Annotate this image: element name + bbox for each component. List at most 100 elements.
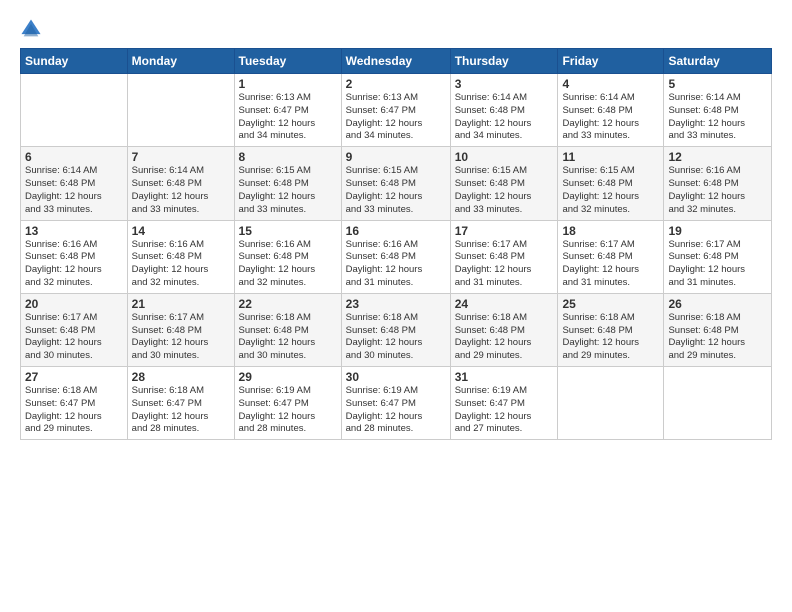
- calendar-cell: 5Sunrise: 6:14 AM Sunset: 6:48 PM Daylig…: [664, 74, 772, 147]
- week-row-5: 27Sunrise: 6:18 AM Sunset: 6:47 PM Dayli…: [21, 367, 772, 440]
- calendar-cell: 9Sunrise: 6:15 AM Sunset: 6:48 PM Daylig…: [341, 147, 450, 220]
- day-number: 9: [346, 150, 446, 164]
- day-number: 22: [239, 297, 337, 311]
- day-number: 18: [562, 224, 659, 238]
- calendar-cell: 10Sunrise: 6:15 AM Sunset: 6:48 PM Dayli…: [450, 147, 558, 220]
- day-number: 8: [239, 150, 337, 164]
- day-number: 6: [25, 150, 123, 164]
- day-number: 28: [132, 370, 230, 384]
- calendar-cell: 4Sunrise: 6:14 AM Sunset: 6:48 PM Daylig…: [558, 74, 664, 147]
- day-number: 15: [239, 224, 337, 238]
- week-row-4: 20Sunrise: 6:17 AM Sunset: 6:48 PM Dayli…: [21, 293, 772, 366]
- calendar-cell: 22Sunrise: 6:18 AM Sunset: 6:48 PM Dayli…: [234, 293, 341, 366]
- day-number: 27: [25, 370, 123, 384]
- day-number: 7: [132, 150, 230, 164]
- calendar-cell: 30Sunrise: 6:19 AM Sunset: 6:47 PM Dayli…: [341, 367, 450, 440]
- day-info: Sunrise: 6:15 AM Sunset: 6:48 PM Dayligh…: [239, 165, 337, 216]
- day-number: 16: [346, 224, 446, 238]
- day-info: Sunrise: 6:14 AM Sunset: 6:48 PM Dayligh…: [132, 165, 230, 216]
- day-number: 11: [562, 150, 659, 164]
- day-number: 26: [668, 297, 767, 311]
- day-number: 13: [25, 224, 123, 238]
- day-number: 3: [455, 77, 554, 91]
- calendar-cell: 14Sunrise: 6:16 AM Sunset: 6:48 PM Dayli…: [127, 220, 234, 293]
- day-number: 12: [668, 150, 767, 164]
- calendar-cell: 19Sunrise: 6:17 AM Sunset: 6:48 PM Dayli…: [664, 220, 772, 293]
- calendar-cell: [558, 367, 664, 440]
- calendar-header-row: SundayMondayTuesdayWednesdayThursdayFrid…: [21, 49, 772, 74]
- week-row-3: 13Sunrise: 6:16 AM Sunset: 6:48 PM Dayli…: [21, 220, 772, 293]
- calendar-cell: 17Sunrise: 6:17 AM Sunset: 6:48 PM Dayli…: [450, 220, 558, 293]
- calendar-cell: 7Sunrise: 6:14 AM Sunset: 6:48 PM Daylig…: [127, 147, 234, 220]
- calendar-cell: 20Sunrise: 6:17 AM Sunset: 6:48 PM Dayli…: [21, 293, 128, 366]
- day-info: Sunrise: 6:16 AM Sunset: 6:48 PM Dayligh…: [346, 239, 446, 290]
- calendar-cell: 24Sunrise: 6:18 AM Sunset: 6:48 PM Dayli…: [450, 293, 558, 366]
- calendar-cell: [21, 74, 128, 147]
- day-info: Sunrise: 6:14 AM Sunset: 6:48 PM Dayligh…: [455, 92, 554, 143]
- calendar-cell: 8Sunrise: 6:15 AM Sunset: 6:48 PM Daylig…: [234, 147, 341, 220]
- day-number: 14: [132, 224, 230, 238]
- calendar-cell: [127, 74, 234, 147]
- day-info: Sunrise: 6:16 AM Sunset: 6:48 PM Dayligh…: [668, 165, 767, 216]
- calendar-cell: 18Sunrise: 6:17 AM Sunset: 6:48 PM Dayli…: [558, 220, 664, 293]
- day-info: Sunrise: 6:18 AM Sunset: 6:48 PM Dayligh…: [239, 312, 337, 363]
- day-number: 31: [455, 370, 554, 384]
- calendar-cell: 6Sunrise: 6:14 AM Sunset: 6:48 PM Daylig…: [21, 147, 128, 220]
- day-info: Sunrise: 6:14 AM Sunset: 6:48 PM Dayligh…: [25, 165, 123, 216]
- col-header-monday: Monday: [127, 49, 234, 74]
- col-header-thursday: Thursday: [450, 49, 558, 74]
- day-info: Sunrise: 6:15 AM Sunset: 6:48 PM Dayligh…: [346, 165, 446, 216]
- calendar-cell: 23Sunrise: 6:18 AM Sunset: 6:48 PM Dayli…: [341, 293, 450, 366]
- col-header-saturday: Saturday: [664, 49, 772, 74]
- day-info: Sunrise: 6:16 AM Sunset: 6:48 PM Dayligh…: [132, 239, 230, 290]
- day-info: Sunrise: 6:18 AM Sunset: 6:48 PM Dayligh…: [668, 312, 767, 363]
- day-number: 1: [239, 77, 337, 91]
- calendar-cell: 26Sunrise: 6:18 AM Sunset: 6:48 PM Dayli…: [664, 293, 772, 366]
- day-info: Sunrise: 6:18 AM Sunset: 6:48 PM Dayligh…: [562, 312, 659, 363]
- calendar-table: SundayMondayTuesdayWednesdayThursdayFrid…: [20, 48, 772, 440]
- day-info: Sunrise: 6:18 AM Sunset: 6:47 PM Dayligh…: [25, 385, 123, 436]
- day-number: 17: [455, 224, 554, 238]
- calendar-cell: 15Sunrise: 6:16 AM Sunset: 6:48 PM Dayli…: [234, 220, 341, 293]
- day-info: Sunrise: 6:17 AM Sunset: 6:48 PM Dayligh…: [562, 239, 659, 290]
- calendar-cell: 16Sunrise: 6:16 AM Sunset: 6:48 PM Dayli…: [341, 220, 450, 293]
- day-info: Sunrise: 6:18 AM Sunset: 6:48 PM Dayligh…: [455, 312, 554, 363]
- calendar-cell: 29Sunrise: 6:19 AM Sunset: 6:47 PM Dayli…: [234, 367, 341, 440]
- day-info: Sunrise: 6:17 AM Sunset: 6:48 PM Dayligh…: [455, 239, 554, 290]
- calendar-cell: 1Sunrise: 6:13 AM Sunset: 6:47 PM Daylig…: [234, 74, 341, 147]
- calendar-cell: 27Sunrise: 6:18 AM Sunset: 6:47 PM Dayli…: [21, 367, 128, 440]
- col-header-wednesday: Wednesday: [341, 49, 450, 74]
- day-info: Sunrise: 6:15 AM Sunset: 6:48 PM Dayligh…: [562, 165, 659, 216]
- day-info: Sunrise: 6:15 AM Sunset: 6:48 PM Dayligh…: [455, 165, 554, 216]
- day-info: Sunrise: 6:14 AM Sunset: 6:48 PM Dayligh…: [562, 92, 659, 143]
- day-number: 29: [239, 370, 337, 384]
- calendar-cell: 12Sunrise: 6:16 AM Sunset: 6:48 PM Dayli…: [664, 147, 772, 220]
- day-info: Sunrise: 6:18 AM Sunset: 6:47 PM Dayligh…: [132, 385, 230, 436]
- day-number: 25: [562, 297, 659, 311]
- logo: [20, 18, 46, 40]
- day-info: Sunrise: 6:13 AM Sunset: 6:47 PM Dayligh…: [346, 92, 446, 143]
- week-row-1: 1 Sunrise: 6:13 AM Sunset: 6:47 PM Daylig…: [21, 74, 772, 147]
- col-header-tuesday: Tuesday: [234, 49, 341, 74]
- calendar-cell: 3Sunrise: 6:14 AM Sunset: 6:48 PM Daylig…: [450, 74, 558, 147]
- day-info: Sunrise: 6:17 AM Sunset: 6:48 PM Dayligh…: [668, 239, 767, 290]
- calendar-cell: 31Sunrise: 6:19 AM Sunset: 6:47 PM Dayli…: [450, 367, 558, 440]
- day-number: 20: [25, 297, 123, 311]
- calendar-cell: 25Sunrise: 6:18 AM Sunset: 6:48 PM Dayli…: [558, 293, 664, 366]
- day-info: Sunrise: 6:19 AM Sunset: 6:47 PM Dayligh…: [346, 385, 446, 436]
- day-info: Sunrise: 6:14 AM Sunset: 6:48 PM Dayligh…: [668, 92, 767, 143]
- calendar-cell: 13Sunrise: 6:16 AM Sunset: 6:48 PM Dayli…: [21, 220, 128, 293]
- day-info: Sunrise: 6:19 AM Sunset: 6:47 PM Dayligh…: [239, 385, 337, 436]
- day-number: 23: [346, 297, 446, 311]
- day-number: 4: [562, 77, 659, 91]
- day-info: Sunrise: 6:18 AM Sunset: 6:48 PM Dayligh…: [346, 312, 446, 363]
- day-number: 5: [668, 77, 767, 91]
- page: SundayMondayTuesdayWednesdayThursdayFrid…: [0, 0, 792, 612]
- calendar-cell: 21Sunrise: 6:17 AM Sunset: 6:48 PM Dayli…: [127, 293, 234, 366]
- day-info: Sunrise: 6:19 AM Sunset: 6:47 PM Dayligh…: [455, 385, 554, 436]
- day-info: Sunrise: 6:16 AM Sunset: 6:48 PM Dayligh…: [25, 239, 123, 290]
- calendar-cell: 2Sunrise: 6:13 AM Sunset: 6:47 PM Daylig…: [341, 74, 450, 147]
- col-header-friday: Friday: [558, 49, 664, 74]
- calendar-cell: 11Sunrise: 6:15 AM Sunset: 6:48 PM Dayli…: [558, 147, 664, 220]
- day-number: 19: [668, 224, 767, 238]
